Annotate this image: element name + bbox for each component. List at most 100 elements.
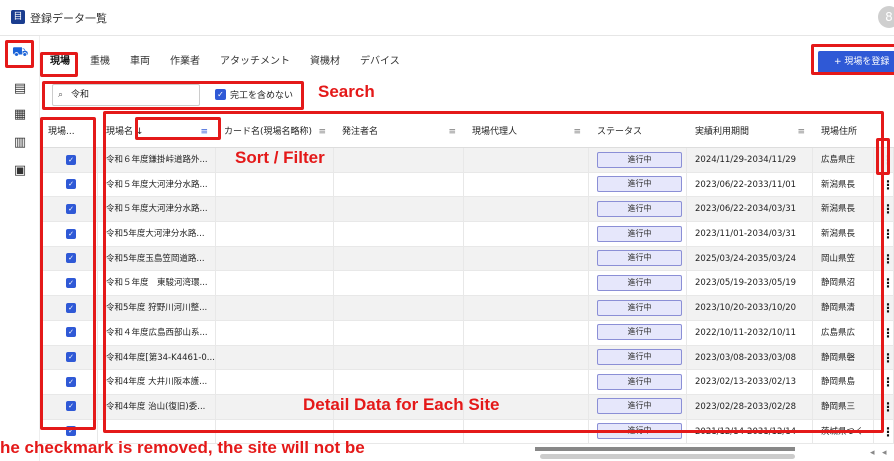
agent-cell [464,370,589,395]
app-icon: 目 [11,10,25,24]
checkbox-icon[interactable]: ✓ [215,89,226,100]
row-menu-cell[interactable]: ⋮ [874,246,894,271]
row-checkbox[interactable]: ✓ [40,246,98,271]
row-menu-cell[interactable]: ⋮ [874,296,894,321]
checkbox-icon[interactable]: ✓ [66,203,76,214]
checkbox-icon[interactable]: ✓ [66,277,76,288]
column-header-card[interactable]: カード名(現場名略称) ≡ [216,116,334,148]
row-menu-cell[interactable]: ⋮ [874,419,894,444]
checkbox-icon[interactable]: ✓ [66,302,76,313]
kebab-menu-icon[interactable]: ⋮ [882,276,893,290]
row-checkbox[interactable]: ✓ [40,345,98,370]
site-name-cell: 令和５年度 東駿河湾環... [98,271,216,296]
filter-icon[interactable]: ≡ [318,116,326,148]
row-checkbox[interactable]: ✓ [40,172,98,197]
row-checkbox[interactable]: ✓ [40,271,98,296]
scroll-left-icon[interactable]: ◂ [870,448,875,458]
kebab-menu-icon[interactable]: ⋮ [882,375,893,389]
checkbox-icon[interactable]: ✓ [66,228,76,239]
table-row[interactable]: ✓ 令和5年度 狩野川河川整... 進行中 2023/10/20-2033/10/20… [40,296,894,321]
column-header-name[interactable]: 現場名 ↓ ≡ [98,116,216,148]
row-menu-cell[interactable]: ⋮ [874,172,894,197]
tab-attachment[interactable]: アタッチメント [210,48,300,72]
card-name-cell [216,271,334,296]
document-icon[interactable]: ▤ [12,81,28,97]
sort-arrow-icon[interactable]: ↓ [136,127,144,137]
filter-icon[interactable]: ≡ [797,116,805,148]
kebab-menu-icon[interactable]: ⋮ [882,178,893,192]
row-menu-cell[interactable]: ⋮ [874,222,894,247]
tab-vehicle[interactable]: 車両 [120,48,160,72]
exclude-completed-toggle[interactable]: ✓ 完工を含めない [215,88,293,101]
table-row[interactable]: ✓ 令和4年度 大井川阪本護... 進行中 2023/02/13-2033/02/13… [40,370,894,395]
table-row[interactable]: ✓ 令和４年度広島西部山系... 進行中 2022/10/11-2032/10/11 広… [40,320,894,346]
row-checkbox[interactable]: ✓ [40,222,98,247]
kebab-menu-icon[interactable]: ⋮ [882,252,893,266]
status-badge: 進行中 [597,274,682,291]
column-header-address[interactable]: 現場住所 [813,116,894,148]
row-menu-cell[interactable]: ⋮ [874,148,894,172]
tab-worker[interactable]: 作業者 [160,48,210,72]
filter-icon[interactable]: ≡ [200,116,208,148]
row-checkbox[interactable]: ✓ [40,148,98,172]
kebab-menu-icon[interactable]: ⋮ [882,326,893,340]
column-header-period[interactable]: 実績利用期間 ≡ [687,116,813,148]
callout-sort-filter: Sort / Filter [235,148,325,167]
kebab-menu-icon[interactable]: ⋮ [882,425,893,439]
table-row[interactable]: ✓ 令和５年度大河津分水路... 進行中 2023/06/22-2034/03/31 新… [40,197,894,223]
row-menu-cell[interactable]: ⋮ [874,271,894,296]
checkbox-icon[interactable]: ✓ [66,327,76,338]
scroll-right-icon[interactable]: ◂ [882,448,887,458]
row-menu-cell[interactable]: ⋮ [874,345,894,370]
table-row[interactable]: ✓ 令和4年度[第34-K4461-0... 進行中 2023/03/08-2033/… [40,345,894,371]
table-row[interactable]: ✓ 令和５年度 東駿河湾環... 進行中 2023/05/19-2033/05/19 静… [40,271,894,297]
truck-icon[interactable]: ⛟ [12,45,28,61]
avatar[interactable]: 8 [878,6,894,28]
column-header-check[interactable]: 現場... [40,116,98,148]
column-header-agent[interactable]: 現場代理人 ≡ [464,116,589,148]
column-header-status[interactable]: ステータス [589,116,687,148]
filter-icon[interactable]: ≡ [448,116,456,148]
checkbox-icon[interactable]: ✓ [66,376,76,387]
checkbox-icon[interactable]: ✓ [66,352,76,362]
checkbox-icon[interactable]: ✓ [66,401,76,412]
device-icon[interactable]: ▣ [12,163,28,179]
tab-materials[interactable]: 資機材 [300,48,350,72]
checkbox-icon[interactable]: ✓ [66,179,76,190]
kebab-menu-icon[interactable]: ⋮ [882,400,893,414]
checkbox-icon[interactable]: ✓ [66,253,76,264]
row-checkbox[interactable]: ✓ [40,320,98,345]
horizontal-scrollbar[interactable] [540,454,795,459]
address-cell: 新潟県長 [813,222,874,247]
tab-site[interactable]: 現場 [40,48,80,72]
column-header-client[interactable]: 発注者名 ≡ [334,116,464,148]
map-icon[interactable]: ▥ [12,135,28,151]
table-row[interactable]: ✓ 令和６年度鎌掛峠道路外... 進行中 2024/11/29-2034/11/29 広… [40,148,894,173]
agent-cell [464,197,589,222]
add-site-button[interactable]: + 現場を登録 [818,51,894,73]
row-menu-cell[interactable]: ⋮ [874,370,894,395]
table-row[interactable]: ✓ 令和5年度大河津分水路... 進行中 2023/11/01-2034/03/31 新… [40,222,894,247]
kebab-menu-icon[interactable]: ⋮ [882,351,893,365]
row-checkbox[interactable]: ✓ [40,394,98,419]
checkbox-icon[interactable]: ✓ [66,154,76,165]
row-checkbox[interactable]: ✓ [40,197,98,222]
client-cell [334,172,464,197]
row-checkbox[interactable]: ✓ [40,296,98,321]
kebab-menu-icon[interactable]: ⋮ [882,202,893,216]
table-row[interactable]: ✓ 令和５年度大河津分水路... 進行中 2023/06/22-2033/11/01 新… [40,172,894,198]
tab-heavy-machinery[interactable]: 重機 [80,48,120,72]
tab-device[interactable]: デバイス [350,48,410,72]
row-menu-cell[interactable]: ⋮ [874,394,894,419]
checkbox-icon[interactable]: ✓ [66,426,76,437]
filter-icon[interactable]: ≡ [573,116,581,148]
kebab-menu-icon[interactable]: ⋮ [882,227,893,241]
kebab-menu-icon[interactable]: ⋮ [882,301,893,315]
row-checkbox[interactable]: ✓ [40,370,98,395]
row-menu-cell[interactable]: ⋮ [874,320,894,345]
row-menu-cell[interactable]: ⋮ [874,197,894,222]
kebab-menu-icon[interactable]: ⋮ [882,153,893,167]
table-row[interactable]: ✓ 令和5年度玉島笠岡道路... 進行中 2025/03/24-2035/03/24 岡… [40,246,894,272]
search-input[interactable]: ⌕ 令和 [52,84,200,106]
calendar-icon[interactable]: ▦ [12,107,28,123]
